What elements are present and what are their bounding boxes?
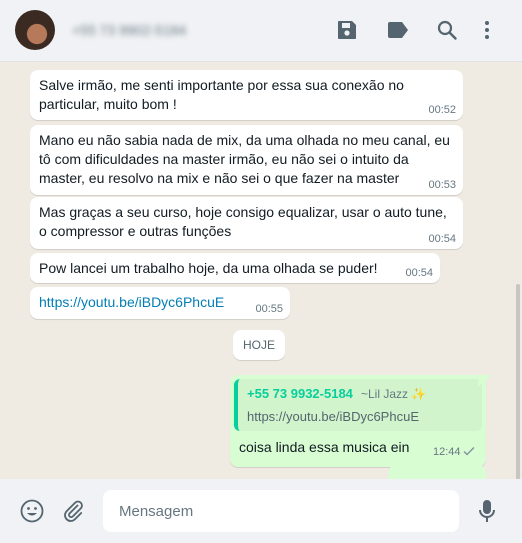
message-time: 12:44 — [433, 446, 461, 458]
mic-icon[interactable] — [473, 497, 501, 525]
message-input[interactable] — [103, 490, 459, 532]
next-outgoing-bubble[interactable] — [388, 465, 486, 479]
composer-bar — [0, 479, 522, 543]
message-link[interactable]: https://youtu.be/iBDyc6PhcuE — [39, 294, 224, 310]
emoji-icon[interactable] — [18, 497, 46, 525]
outgoing-message-bubble[interactable]: +55 73 9932-5184 ~Lil Jazz ✨ https://you… — [230, 375, 486, 467]
date-divider: HOJE — [233, 330, 285, 360]
message-time: 00:54 — [405, 267, 433, 279]
message-time: 00:55 — [255, 303, 283, 315]
message-time: 00:54 — [428, 233, 456, 245]
message-bubble[interactable]: Pow lancei um trabalho hoje, da uma olha… — [30, 253, 440, 283]
avatar[interactable] — [15, 10, 55, 50]
save-icon[interactable] — [334, 17, 360, 43]
menu-icon[interactable] — [474, 17, 500, 43]
search-icon[interactable] — [434, 17, 460, 43]
chat-header: +55 73 9902-5184 — [0, 0, 522, 62]
quoted-text: https://youtu.be/iBDyc6PhcuE — [247, 409, 419, 424]
label-icon[interactable] — [385, 17, 411, 43]
message-text: Salve irmão, me senti importante por ess… — [39, 77, 404, 112]
message-time: 00:52 — [428, 104, 456, 116]
message-bubble[interactable]: https://youtu.be/iBDyc6PhcuE 00:55 — [30, 287, 290, 319]
attach-icon[interactable] — [59, 497, 87, 525]
scrollbar[interactable] — [516, 284, 520, 479]
message-text: Mas graças a seu curso, hoje consigo equ… — [39, 204, 447, 239]
quoted-sender-name: ~Lil Jazz ✨ — [361, 387, 427, 401]
message-bubble[interactable]: Mas graças a seu curso, hoje consigo equ… — [30, 197, 463, 249]
message-text: coisa linda essa musica ein — [239, 439, 410, 455]
quoted-sender-number: +55 73 9932-5184 — [247, 386, 353, 401]
message-bubble[interactable]: Mano eu não sabia nada de mix, da uma ol… — [30, 125, 463, 195]
message-text: Mano eu não sabia nada de mix, da uma ol… — [39, 132, 450, 186]
contact-name[interactable]: +55 73 9902-5184 — [72, 22, 186, 38]
message-time: 00:53 — [428, 179, 456, 191]
message-bubble[interactable]: Salve irmão, me senti importante por ess… — [30, 70, 463, 120]
chat-area[interactable]: Salve irmão, me senti importante por ess… — [0, 62, 522, 479]
sent-check-icon — [463, 443, 475, 461]
quoted-message[interactable]: +55 73 9932-5184 ~Lil Jazz ✨ https://you… — [234, 379, 482, 431]
message-text: Pow lancei um trabalho hoje, da uma olha… — [39, 260, 378, 276]
